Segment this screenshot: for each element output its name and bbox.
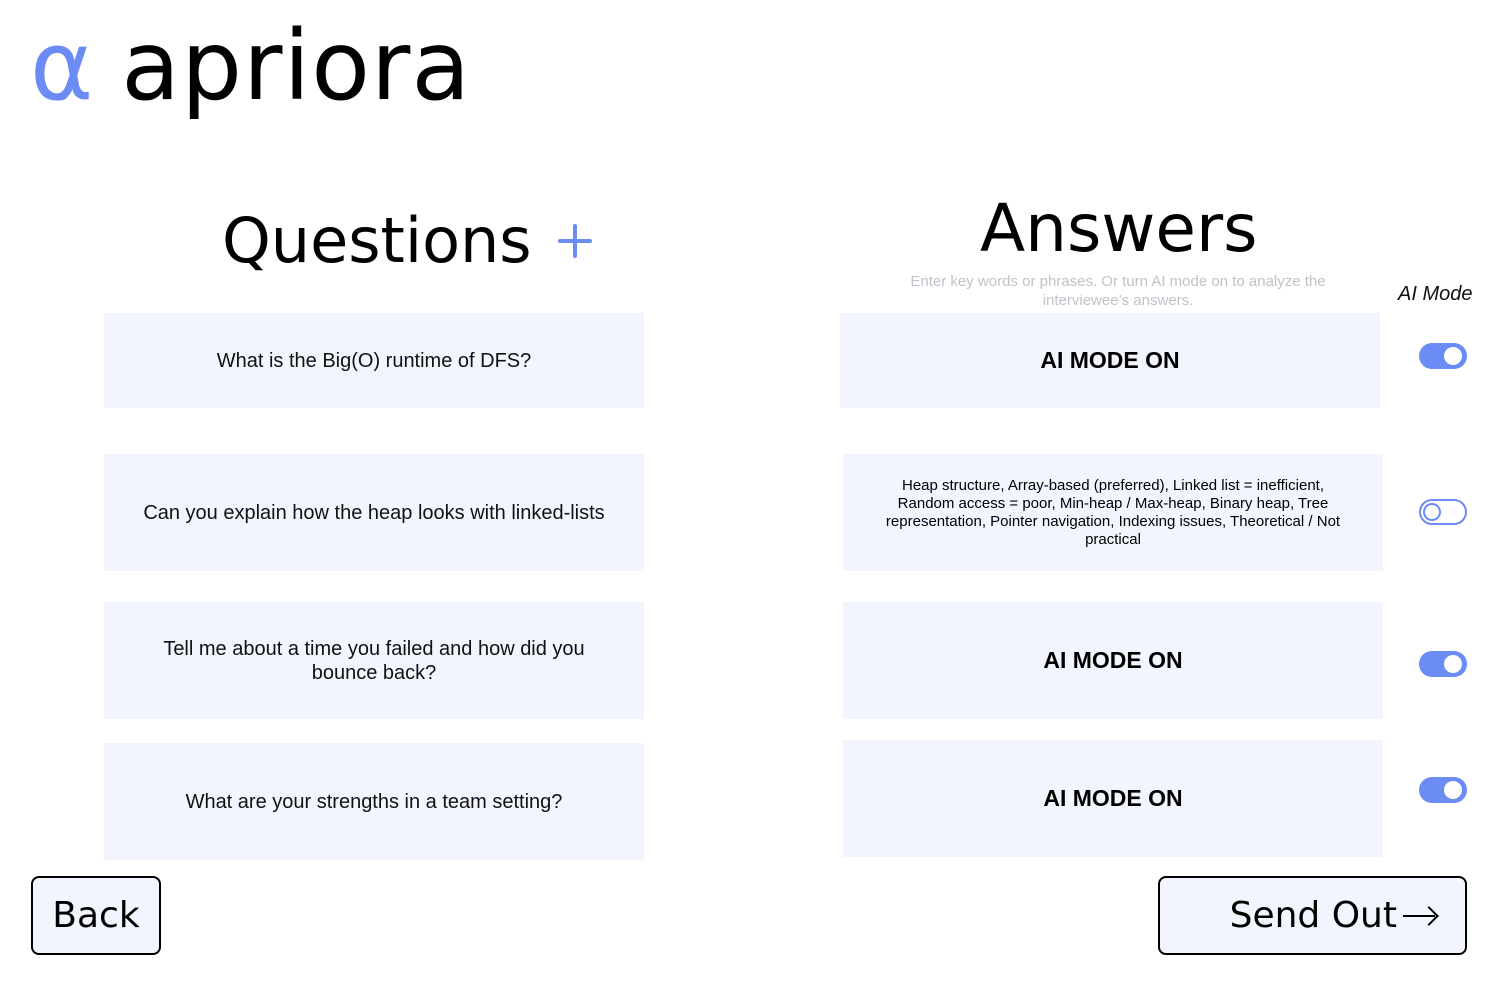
alpha-logo-mark: α bbox=[30, 10, 94, 122]
question-card[interactable]: Tell me about a time you failed and how … bbox=[104, 602, 644, 719]
send-out-button[interactable]: Send Out bbox=[1158, 876, 1467, 955]
answer-card[interactable]: Heap structure, Array-based (preferred),… bbox=[843, 454, 1383, 571]
ai-mode-toggle[interactable] bbox=[1419, 777, 1467, 803]
answer-card[interactable]: AI MODE ON bbox=[843, 740, 1383, 857]
question-card[interactable]: What are your strengths in a team settin… bbox=[104, 743, 644, 860]
question-text: What are your strengths in a team settin… bbox=[185, 790, 563, 813]
answer-card[interactable]: AI MODE ON bbox=[843, 602, 1383, 719]
send-out-button-label: Send Out bbox=[1229, 895, 1397, 936]
answer-text: AI MODE ON bbox=[1040, 347, 1180, 373]
question-text: Can you explain how the heap looks with … bbox=[143, 501, 605, 524]
questions-header: Questions bbox=[222, 210, 592, 272]
question-card[interactable]: What is the Big(O) runtime of DFS? bbox=[104, 313, 644, 408]
ai-mode-toggle[interactable] bbox=[1419, 499, 1467, 525]
answer-keywords-text: Heap structure, Array-based (preferred),… bbox=[885, 476, 1341, 548]
arrow-right-icon bbox=[1403, 906, 1437, 926]
answers-hint: Enter key words or phrases. Or turn AI m… bbox=[910, 273, 1326, 309]
add-question-plus-icon[interactable] bbox=[557, 224, 592, 258]
answer-text: AI MODE ON bbox=[1043, 785, 1183, 811]
toggle-knob bbox=[1444, 781, 1462, 799]
answer-card[interactable]: AI MODE ON bbox=[840, 313, 1380, 408]
toggle-knob bbox=[1444, 347, 1462, 365]
toggle-knob bbox=[1444, 655, 1462, 673]
question-text: Tell me about a time you failed and how … bbox=[163, 637, 585, 684]
brand-name: apriora bbox=[121, 10, 472, 122]
back-button-label: Back bbox=[52, 895, 140, 936]
question-card[interactable]: Can you explain how the heap looks with … bbox=[104, 454, 644, 571]
ai-mode-toggle[interactable] bbox=[1419, 343, 1467, 369]
questions-title: Questions bbox=[222, 204, 532, 277]
toggle-knob bbox=[1423, 503, 1441, 521]
back-button[interactable]: Back bbox=[31, 876, 161, 955]
question-text: What is the Big(O) runtime of DFS? bbox=[216, 349, 532, 372]
ai-mode-toggle[interactable] bbox=[1419, 651, 1467, 677]
brand-logo: α apriora bbox=[30, 18, 471, 148]
answer-text: AI MODE ON bbox=[1043, 647, 1183, 673]
ai-mode-column-label: AI Mode bbox=[1398, 283, 1473, 305]
answers-title: Answers bbox=[980, 190, 1258, 267]
